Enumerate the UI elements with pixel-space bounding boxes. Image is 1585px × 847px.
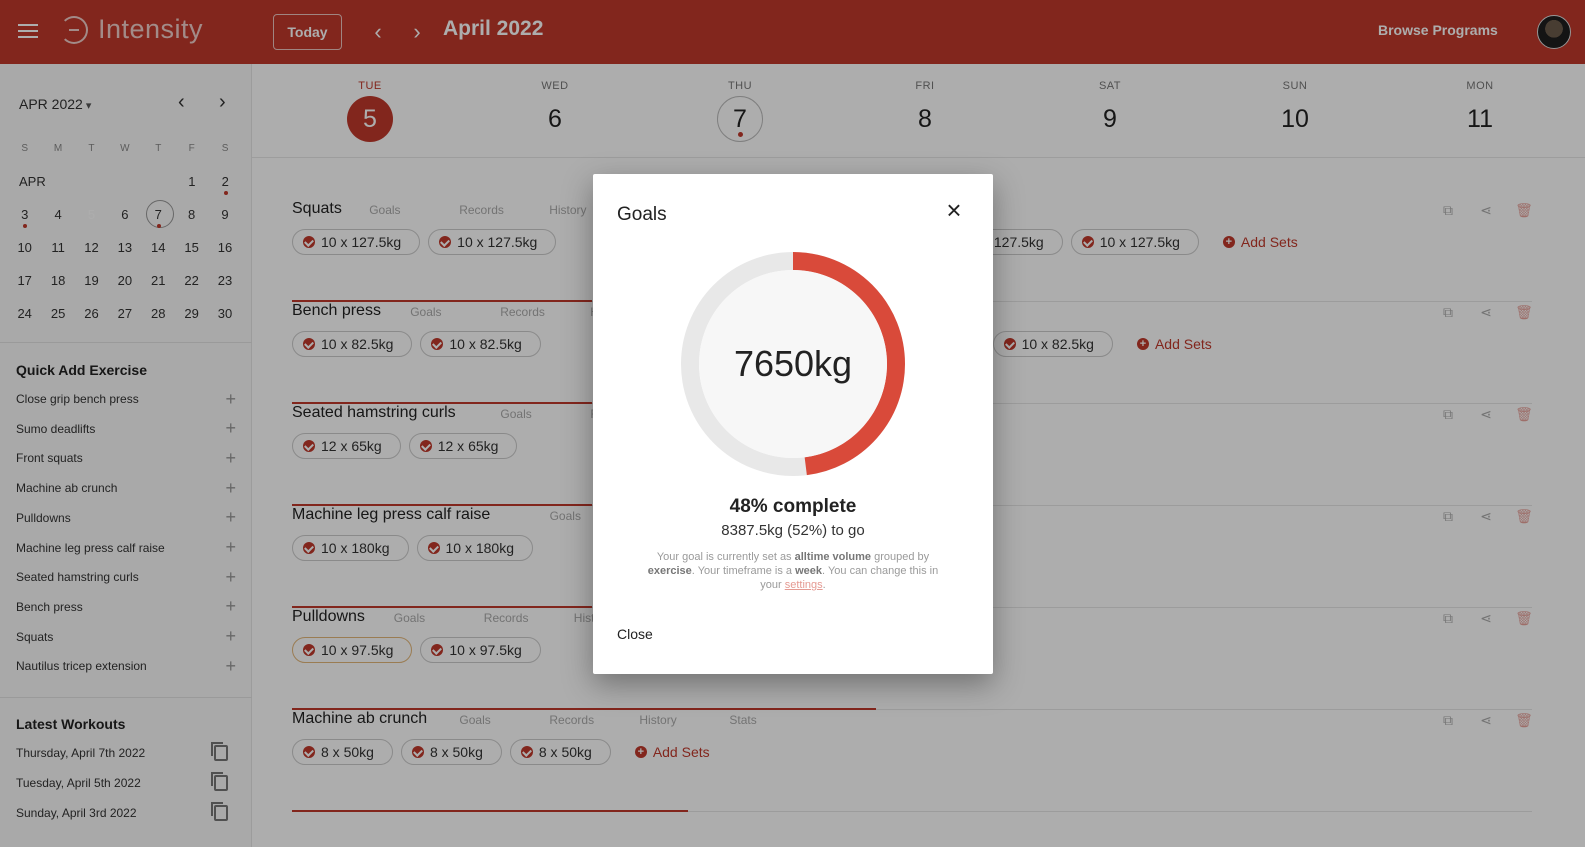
note-text: . <box>822 579 826 591</box>
note-goal-type: alltime volume <box>794 551 872 563</box>
goals-dialog: Goals × 7650kg 48% complete 8387.5kg (52… <box>593 174 993 674</box>
note-group: exercise <box>647 565 692 577</box>
note-text: grouped by <box>871 551 930 563</box>
close-button[interactable]: Close <box>617 626 653 642</box>
settings-link[interactable]: settings <box>785 579 823 591</box>
close-icon[interactable]: × <box>942 197 966 223</box>
goal-settings-note: Your goal is currently set as alltime vo… <box>641 550 945 592</box>
note-text: Your goal is currently set as <box>656 551 795 563</box>
goal-progress-ring: 7650kg <box>678 249 908 479</box>
remaining-to-go: 8387.5kg (52%) to go <box>721 522 865 539</box>
percent-complete: 48% complete <box>729 496 857 517</box>
note-timeframe: week <box>795 565 823 577</box>
goal-value: 7650kg <box>733 343 853 384</box>
dialog-title: Goals <box>617 204 667 225</box>
note-text: . Your timeframe is a <box>691 565 796 577</box>
